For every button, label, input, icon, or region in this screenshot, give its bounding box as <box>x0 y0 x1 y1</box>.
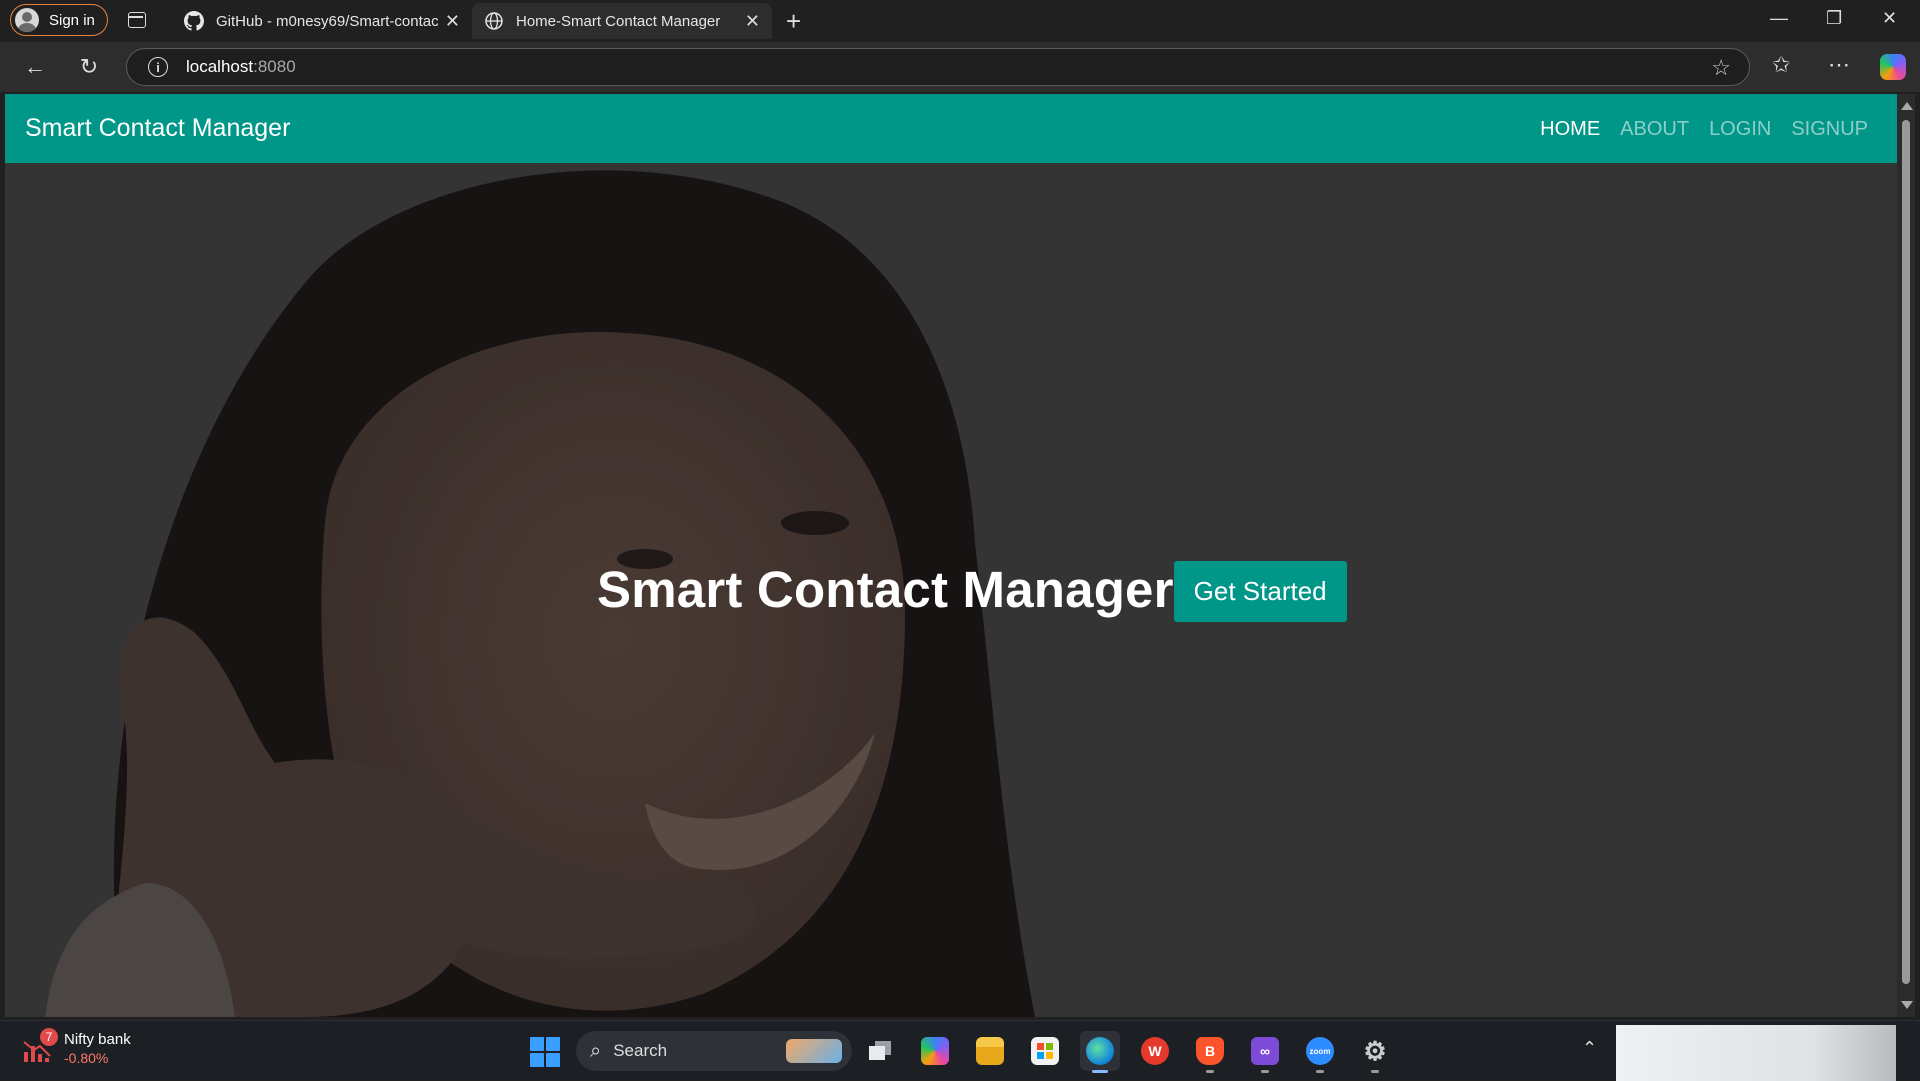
back-arrow-icon[interactable]: ← <box>20 52 50 82</box>
copilot-app-icon[interactable] <box>915 1031 955 1071</box>
search-icon: ⌕ <box>590 1039 602 1062</box>
new-tab-icon[interactable]: + <box>786 6 801 37</box>
tab-title: GitHub - m0nesy69/Smart-contact-manager <box>216 12 438 30</box>
scroll-down-arrow-icon[interactable] <box>1901 1001 1913 1009</box>
nav-link-signup[interactable]: SIGNUP <box>1791 118 1868 141</box>
navbar-links: HOME ABOUT LOGIN SIGNUP <box>1540 118 1868 141</box>
page-viewport: Smart Contact Manager HOME ABOUT LOGIN S… <box>5 94 1897 1017</box>
github-icon <box>184 11 204 31</box>
browser-tab-active[interactable]: Home-Smart Contact Manager ✕ <box>472 3 772 39</box>
address-bar[interactable]: i localhost:8080 ☆ <box>126 48 1750 86</box>
copilot-icon[interactable] <box>1880 54 1906 80</box>
site-info-icon[interactable]: i <box>148 57 168 77</box>
file-explorer-icon[interactable] <box>970 1031 1010 1071</box>
nav-link-login[interactable]: LOGIN <box>1709 118 1771 141</box>
page-scrollbar[interactable] <box>1897 94 1915 1017</box>
settings-icon[interactable]: ⚙ <box>1355 1031 1395 1073</box>
visual-studio-icon[interactable]: ∞ <box>1245 1031 1285 1073</box>
scrollbar-thumb[interactable] <box>1902 120 1910 984</box>
widget-stock-name: Nifty bank <box>64 1031 131 1048</box>
search-placeholder: Search <box>613 1041 668 1060</box>
task-view-icon[interactable] <box>860 1031 900 1071</box>
tab-title: Home-Smart Contact Manager <box>516 12 721 30</box>
windows-start-icon[interactable] <box>530 1037 560 1067</box>
restore-icon[interactable]: ❐ <box>1826 8 1842 29</box>
windows-taskbar: 7 Nifty bank -0.80% ⌕ Search W B ∞ zoom … <box>0 1020 1920 1081</box>
nav-link-about[interactable]: ABOUT <box>1620 118 1689 141</box>
close-tab-icon[interactable]: ✕ <box>445 11 460 32</box>
nav-link-home[interactable]: HOME <box>1540 118 1600 141</box>
favorites-icon[interactable]: ✩ <box>1772 52 1790 78</box>
hero-content: Smart Contact Manager Get Started <box>597 557 1347 622</box>
profile-sign-in-button[interactable]: Sign in <box>10 4 108 36</box>
browser-tab-strip: Sign in GitHub - m0nesy69/Smart-contact-… <box>0 0 1920 42</box>
stock-widget[interactable]: 7 Nifty bank -0.80% <box>22 1028 131 1067</box>
brave-icon[interactable]: B <box>1190 1031 1230 1073</box>
wps-office-icon[interactable]: W <box>1135 1031 1175 1071</box>
site-navbar: Smart Contact Manager HOME ABOUT LOGIN S… <box>5 94 1897 163</box>
edge-icon[interactable] <box>1080 1031 1120 1073</box>
close-window-icon[interactable]: ✕ <box>1882 8 1897 29</box>
favorite-star-icon[interactable]: ☆ <box>1711 55 1731 81</box>
show-hidden-icons-chevron-icon[interactable]: ⌃ <box>1582 1038 1597 1059</box>
navbar-brand[interactable]: Smart Contact Manager <box>25 114 290 143</box>
taskbar-search-box[interactable]: ⌕ Search <box>576 1031 852 1071</box>
notification-badge: 7 <box>40 1028 58 1046</box>
tab-actions-icon[interactable] <box>128 12 146 28</box>
search-highlight-icon <box>786 1039 842 1063</box>
more-options-icon[interactable]: ⋯ <box>1828 52 1850 78</box>
profile-sign-in-label: Sign in <box>49 11 95 29</box>
minimize-icon[interactable]: — <box>1770 8 1788 29</box>
hero-title: Smart Contact Manager <box>597 561 1174 618</box>
stock-chart-icon: 7 <box>22 1028 58 1064</box>
zoom-icon[interactable]: zoom <box>1300 1031 1340 1073</box>
browser-tab-github[interactable]: GitHub - m0nesy69/Smart-contact-manager … <box>172 3 472 39</box>
widget-stock-change: -0.80% <box>64 1050 109 1066</box>
scroll-up-arrow-icon[interactable] <box>1901 102 1913 110</box>
store-icon[interactable] <box>1025 1031 1065 1071</box>
desktop-preview-thumbnail[interactable] <box>1616 1025 1896 1081</box>
hero-banner: Smart Contact Manager Get Started <box>5 163 1897 1017</box>
profile-avatar-icon <box>15 8 39 32</box>
close-tab-icon[interactable]: ✕ <box>745 11 760 32</box>
url-text: localhost:8080 <box>186 57 296 76</box>
browser-toolbar: ← ↻ i localhost:8080 ☆ ✩ ⋯ <box>0 42 1920 92</box>
refresh-icon[interactable]: ↻ <box>74 52 104 82</box>
globe-icon <box>484 11 504 31</box>
get-started-button[interactable]: Get Started <box>1173 561 1347 622</box>
